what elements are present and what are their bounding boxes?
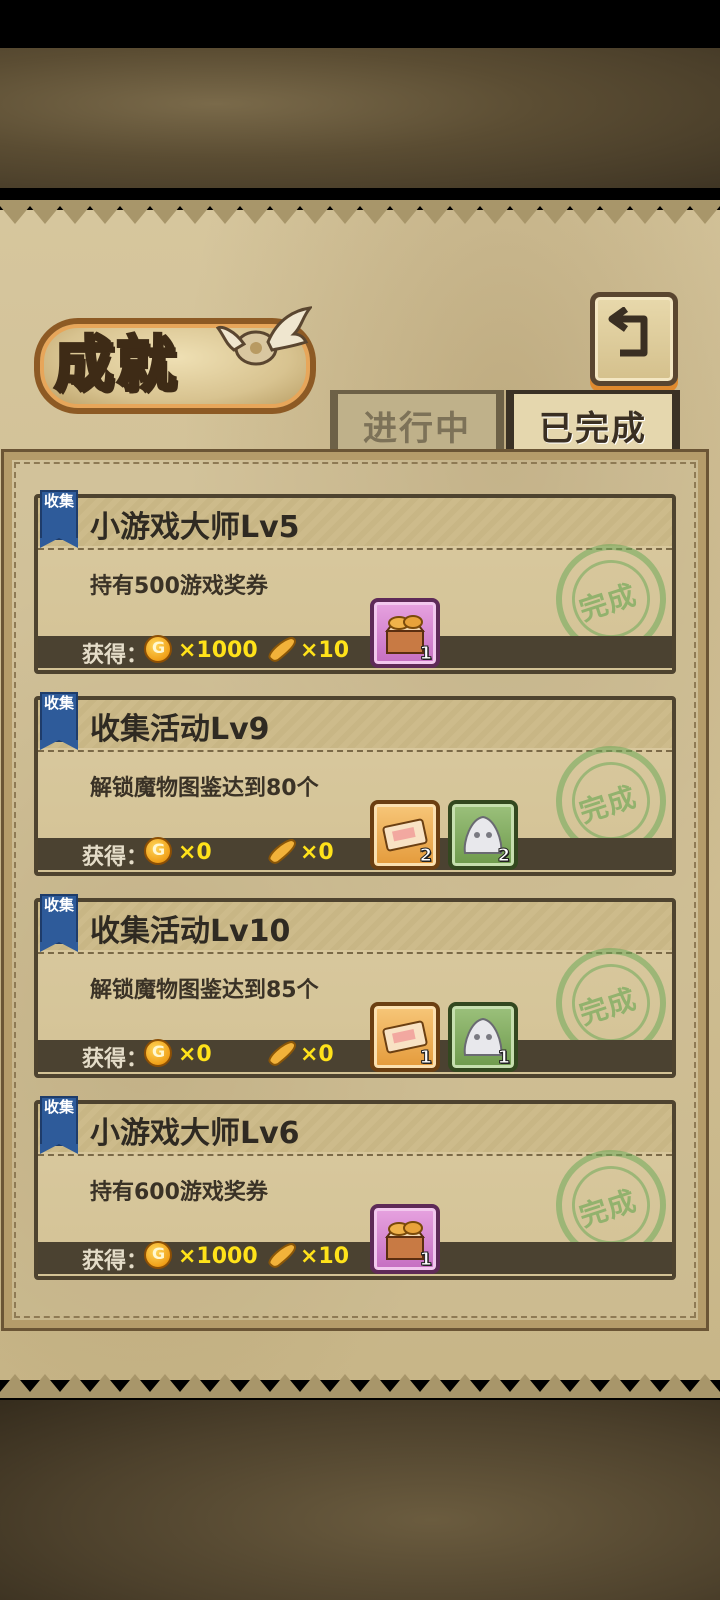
gold-coin-icon: G [144, 1039, 172, 1067]
reward-label: 获得： [82, 1249, 149, 1274]
gold-coin-icon: G [144, 635, 172, 663]
item-count: 1 [497, 1047, 510, 1069]
category-badge-label: 收集 [44, 492, 75, 510]
reward-label: 获得： [82, 845, 149, 870]
top-zigzag-border [0, 200, 720, 224]
item-count: 2 [419, 845, 432, 867]
reward-bar: 获得： G ×0 ×0 [38, 1039, 672, 1072]
bread-icon [268, 1040, 296, 1066]
item-count: 1 [419, 643, 432, 665]
item-count: 2 [497, 845, 510, 867]
achievement-title: 小游戏大师Lv6 [90, 1116, 300, 1151]
category-badge-label: 收集 [44, 896, 75, 914]
achievement-card: 收集 收集活动Lv10 解锁魔物图鉴达到85个 完成 获得： G ×0 ×0 1… [34, 894, 681, 1078]
reward-item[interactable]: 2 [370, 800, 440, 870]
achievement-description: 解锁魔物图鉴达到80个 [90, 776, 319, 801]
map-background-top [0, 48, 720, 188]
category-badge: 收集 [40, 894, 78, 952]
winged-emblem-icon [216, 306, 312, 366]
reward-item[interactable]: 1 [370, 598, 440, 668]
reward-bar: 获得： G ×1000 ×10 [38, 1241, 672, 1274]
divider [38, 548, 672, 550]
back-button[interactable] [590, 292, 678, 386]
coin-amount: ×0 [178, 1042, 212, 1067]
back-arrow-icon [608, 307, 648, 357]
coin-amount: ×1000 [178, 638, 258, 663]
reward-item[interactable]: 2 [448, 800, 518, 870]
tab-completed[interactable]: 已完成 [506, 390, 680, 456]
achievement-card: 收集 小游戏大师Lv6 持有600游戏奖券 完成 获得： G ×1000 ×10… [34, 1096, 681, 1280]
tab-in-progress[interactable]: 进行中 [330, 390, 504, 456]
title-emblem: 成就 [20, 298, 320, 418]
status-bar [0, 0, 720, 48]
category-badge-label: 收集 [44, 694, 75, 712]
reward-bar: 获得： G ×0 ×0 [38, 837, 672, 870]
coin-amount: ×0 [178, 840, 212, 865]
achievements-screen: 成就 进行中 已完成 收集 小游戏大师Lv5 持有500游戏奖券 完成 获得： … [0, 0, 720, 1600]
item-count: 1 [419, 1249, 432, 1271]
bread-amount: ×0 [300, 1042, 334, 1067]
achievement-description: 持有600游戏奖券 [90, 1180, 268, 1205]
achievement-title: 收集活动Lv9 [90, 712, 270, 747]
bread-amount: ×0 [300, 840, 334, 865]
reward-label: 获得： [82, 1047, 149, 1072]
category-badge-label: 收集 [44, 1098, 75, 1116]
bottom-zigzag-border [0, 1374, 720, 1398]
divider [38, 750, 672, 752]
bread-amount: ×10 [300, 638, 350, 663]
bread-icon [268, 636, 296, 662]
achievement-description: 解锁魔物图鉴达到85个 [90, 978, 319, 1003]
gold-coin-icon: G [144, 837, 172, 865]
divider [38, 1154, 672, 1156]
category-badge: 收集 [40, 490, 78, 548]
achievement-description: 持有500游戏奖券 [90, 574, 268, 599]
divider [38, 952, 672, 954]
category-badge: 收集 [40, 692, 78, 750]
achievement-card: 收集 收集活动Lv9 解锁魔物图鉴达到80个 完成 获得： G ×0 ×0 2 … [34, 692, 681, 876]
coin-amount: ×1000 [178, 1244, 258, 1269]
gold-coin-icon: G [144, 1241, 172, 1269]
achievement-card: 收集 小游戏大师Lv5 持有500游戏奖券 完成 获得： G ×1000 ×10… [34, 490, 681, 674]
bread-icon [268, 1242, 296, 1268]
tab-bar: 进行中 已完成 [330, 390, 680, 460]
reward-item[interactable]: 1 [370, 1204, 440, 1274]
reward-item[interactable]: 1 [448, 1002, 518, 1072]
achievement-title: 小游戏大师Lv5 [90, 510, 300, 545]
item-count: 1 [419, 1047, 432, 1069]
page-title: 成就 [53, 329, 178, 402]
category-badge: 收集 [40, 1096, 78, 1154]
map-background-bottom [0, 1400, 720, 1600]
bread-amount: ×10 [300, 1244, 350, 1269]
reward-label: 获得： [82, 643, 149, 668]
bread-icon [268, 838, 296, 864]
achievement-title: 收集活动Lv10 [90, 914, 291, 949]
reward-bar: 获得： G ×1000 ×10 [38, 635, 672, 668]
reward-item[interactable]: 1 [370, 1002, 440, 1072]
